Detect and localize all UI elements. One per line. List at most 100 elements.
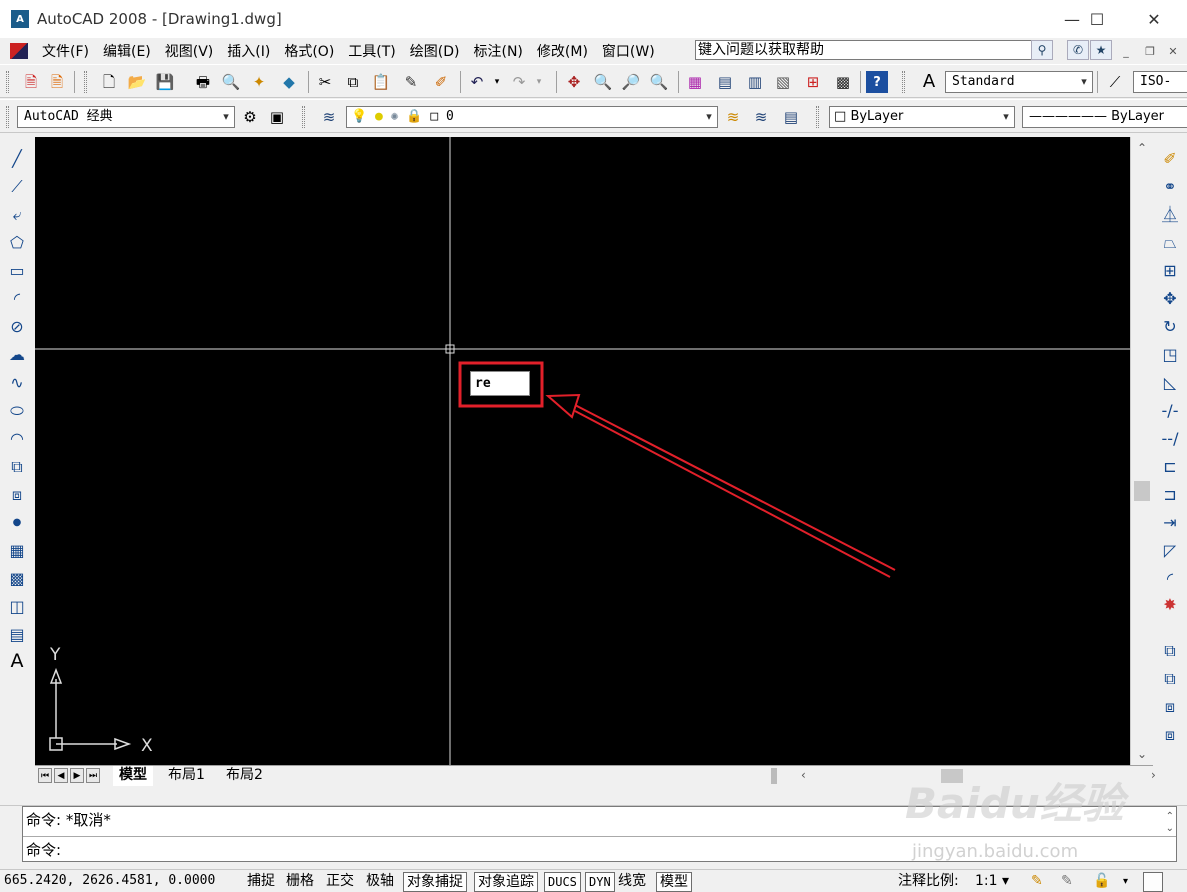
tab-split-handle[interactable] [771, 768, 777, 784]
text-style-icon[interactable]: A [918, 71, 940, 93]
send-under-icon[interactable]: ⧈ [1158, 723, 1182, 747]
polygon-icon[interactable]: ⬠ [5, 231, 29, 255]
clean-screen-icon[interactable] [1143, 872, 1163, 892]
doc-minimize-button[interactable]: _ [1118, 44, 1134, 58]
send-to-back-icon[interactable]: ⧉ [1158, 667, 1182, 691]
redo-icon[interactable]: ↷ [508, 71, 530, 93]
lock-icon[interactable]: 🔓 [1090, 872, 1113, 892]
bring-to-front-icon[interactable]: ⧉ [1158, 639, 1182, 663]
insert-block-icon[interactable]: ⧉ [5, 455, 29, 479]
ellipse-arc-icon[interactable]: ◠ [5, 427, 29, 451]
polar-toggle[interactable]: 极轴 [363, 872, 397, 892]
ellipse-icon[interactable]: ⬭ [5, 399, 29, 423]
extend-icon[interactable]: --/ [1158, 427, 1182, 451]
spline-icon[interactable]: ∿ [5, 371, 29, 395]
construction-line-icon[interactable]: ⟋ [5, 175, 29, 199]
command-scroll-down-icon[interactable]: ⌄ [1166, 823, 1174, 834]
command-splitter[interactable] [0, 786, 1187, 806]
command-prompt[interactable]: 命令: [26, 839, 61, 860]
array-icon[interactable]: ⊞ [1158, 259, 1182, 283]
gradient-icon[interactable]: ▩ [5, 567, 29, 591]
menu-draw[interactable]: 绘图(D) [410, 41, 460, 61]
copy-object-icon[interactable]: ⚭ [1158, 175, 1182, 199]
toolbar-grip[interactable] [6, 106, 9, 128]
print-icon[interactable]: 🖶 [192, 71, 214, 93]
block-editor-icon[interactable]: ✐ [430, 71, 452, 93]
toolbar-grip[interactable] [902, 71, 905, 93]
help-icon[interactable]: ? [866, 71, 888, 93]
erase-icon[interactable]: ✐ [1158, 147, 1182, 171]
pdf-icon[interactable]: 🗎 [20, 71, 42, 93]
next-tab-button[interactable]: ▶ [70, 768, 84, 783]
new-file-icon[interactable]: 🗋 [98, 71, 120, 93]
revision-cloud-icon[interactable]: ☁ [5, 343, 29, 367]
linetype-select[interactable]: —————— ByLayer [1022, 106, 1187, 128]
point-icon[interactable]: ● [5, 511, 29, 535]
maximize-button[interactable]: ☐ [1074, 0, 1120, 38]
dim-style-icon[interactable]: ⟋ [1104, 71, 1126, 93]
search-icon[interactable]: ⚲ [1031, 40, 1053, 60]
dynamic-input-field[interactable]: re [470, 371, 530, 396]
chamfer-icon[interactable]: ◸ [1158, 539, 1182, 563]
chevron-down-icon[interactable]: ▾ [701, 107, 717, 127]
tool-palettes-icon[interactable]: ▥ [744, 71, 766, 93]
save-icon[interactable]: 💾 [154, 71, 176, 93]
ortho-toggle[interactable]: 正交 [323, 872, 357, 892]
print-preview-icon[interactable]: 🔍 [220, 71, 242, 93]
close-button[interactable]: ✕ [1131, 0, 1177, 38]
menu-file[interactable]: 文件(F) [42, 41, 89, 61]
zoom-realtime-icon[interactable]: 🔍 [592, 71, 614, 93]
3d-dwf-icon[interactable]: ◆ [278, 71, 300, 93]
rotate-icon[interactable]: ↻ [1158, 315, 1182, 339]
break-icon[interactable]: ⊐ [1158, 483, 1182, 507]
calculator-icon[interactable]: ▩ [832, 71, 854, 93]
prev-tab-button[interactable]: ◀ [54, 768, 68, 783]
layer-previous-icon[interactable]: ≋ [750, 106, 772, 128]
dim-style-select[interactable]: ISO- [1133, 71, 1187, 93]
pan-icon[interactable]: ✥ [563, 71, 585, 93]
lineweight-toggle[interactable]: 线宽 [615, 872, 649, 892]
help-search-input[interactable]: 键入问题以获取帮助 [695, 40, 1032, 60]
document-menu-icon[interactable] [10, 43, 28, 59]
last-tab-button[interactable]: ⏭ [86, 768, 100, 783]
bring-above-icon[interactable]: ⧈ [1158, 695, 1182, 719]
tab-model[interactable]: 模型 [113, 766, 153, 786]
stretch-icon[interactable]: ◺ [1158, 371, 1182, 395]
layer-states-icon[interactable]: ▤ [780, 106, 802, 128]
mirror-icon[interactable]: ⏅ [1158, 203, 1182, 227]
trim-icon[interactable]: -/- [1158, 399, 1182, 423]
multiline-text-icon[interactable]: A [5, 649, 29, 673]
fillet-icon[interactable]: ◜ [1158, 567, 1182, 591]
vertical-scrollbar[interactable]: ⌃ ⌄ [1130, 137, 1153, 765]
first-tab-button[interactable]: ⏮ [38, 768, 52, 783]
make-layer-current-icon[interactable]: ≋ [722, 106, 744, 128]
zoom-window-icon[interactable]: 🔎 [620, 71, 642, 93]
arc-icon[interactable]: ◜ [5, 287, 29, 311]
explode-icon[interactable]: ✸ [1158, 593, 1182, 617]
toolbar-grip[interactable] [816, 106, 819, 128]
menu-edit[interactable]: 编辑(E) [103, 41, 151, 61]
open-file-icon[interactable]: 📂 [126, 71, 148, 93]
scale-icon[interactable]: ◳ [1158, 343, 1182, 367]
osnap-toggle[interactable]: 对象捕捉 [403, 872, 467, 892]
coordinate-readout[interactable]: 665.2420, 2626.4581, 0.0000 [4, 873, 215, 888]
dyn-toggle[interactable]: DYN [585, 872, 615, 892]
autocad-app-icon[interactable]: A [11, 10, 29, 28]
undo-icon[interactable]: ↶ [466, 71, 488, 93]
tab-layout1[interactable]: 布局1 [162, 766, 211, 786]
toolbar-grip[interactable] [84, 71, 87, 93]
horizontal-scrollbar[interactable]: ‹ › [771, 768, 1175, 784]
match-properties-icon[interactable]: ✎ [400, 71, 422, 93]
offset-icon[interactable]: ⏢ [1158, 231, 1182, 255]
copy-icon[interactable]: ⧉ [342, 71, 364, 93]
polyline-icon[interactable]: ⤶ [5, 203, 29, 227]
doc-restore-button[interactable]: ❐ [1142, 44, 1158, 58]
design-center-icon[interactable]: ▤ [714, 71, 736, 93]
rectangle-icon[interactable]: ▭ [5, 259, 29, 283]
chevron-down-icon[interactable]: ▾ [218, 107, 234, 127]
move-icon[interactable]: ✥ [1158, 287, 1182, 311]
undo-dropdown-icon[interactable]: ▾ [486, 71, 508, 93]
scroll-left-icon[interactable]: ‹ [801, 768, 806, 782]
menu-view[interactable]: 视图(V) [165, 41, 214, 61]
menu-tools[interactable]: 工具(T) [348, 41, 395, 61]
